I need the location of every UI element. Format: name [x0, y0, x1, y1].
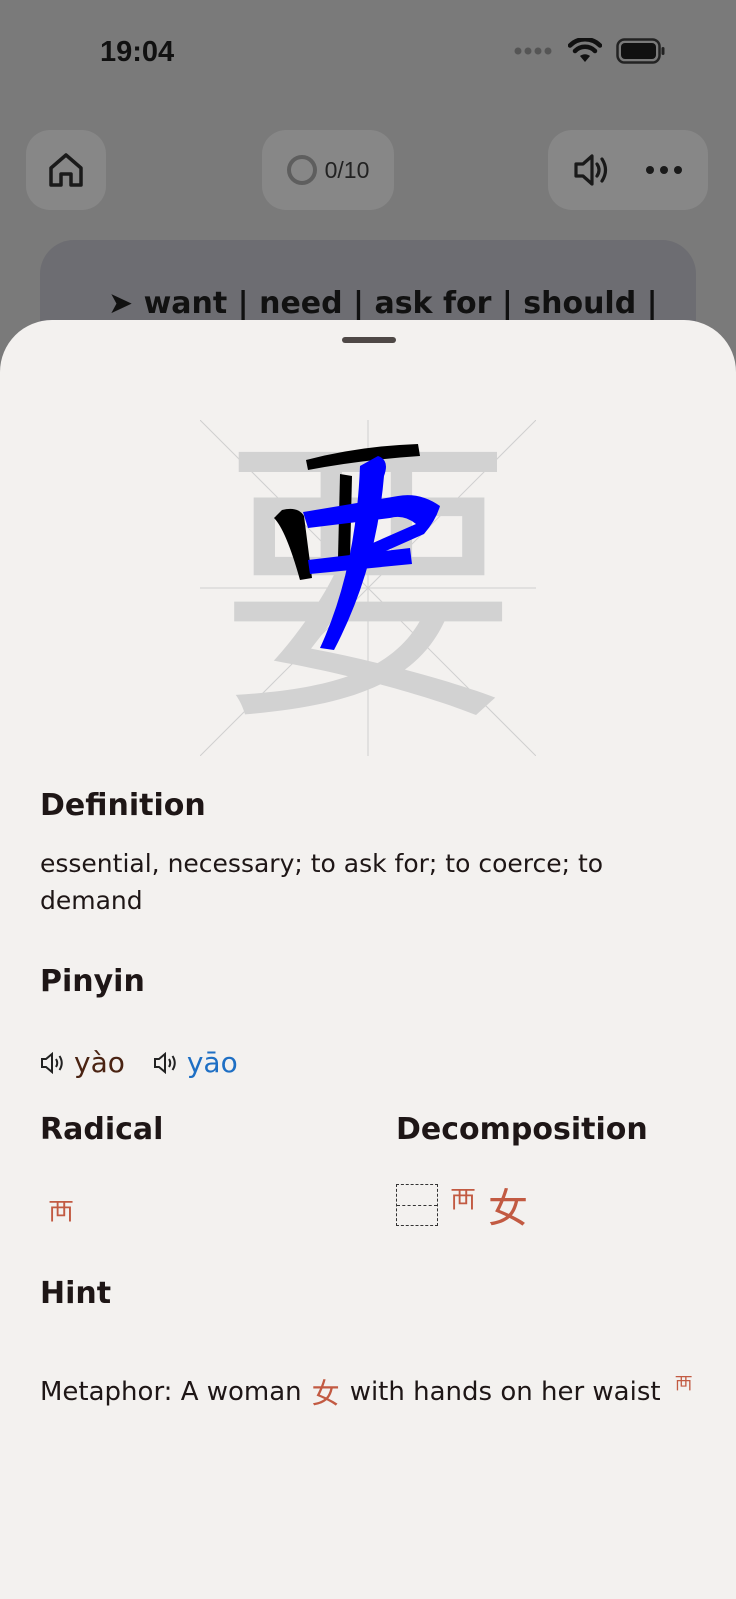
- definition-title: Definition: [40, 788, 206, 823]
- signal-icon: [514, 47, 552, 55]
- radical-glyph[interactable]: 襾: [48, 1192, 74, 1229]
- definition-text: essential, necessary; to ask for; to coe…: [40, 849, 604, 915]
- pinyin-reading-2[interactable]: yāo: [153, 1046, 238, 1079]
- pinyin-readings: yào yāo: [40, 1046, 266, 1079]
- pinyin-reading-text: yào: [74, 1046, 125, 1079]
- progress-text: 0/10: [324, 156, 370, 183]
- hint-text: Metaphor: A woman 女 with hands on her wa…: [40, 1372, 693, 1412]
- pinyin-reading-text: yāo: [186, 1046, 238, 1079]
- status-time: 19:04: [100, 36, 175, 68]
- decomposition-part[interactable]: 襾: [450, 1180, 476, 1217]
- hint-glyph[interactable]: 女: [312, 1372, 340, 1412]
- character-detail-sheet: 要 Definition essential, necessary; to as…: [0, 320, 736, 1599]
- home-icon: [49, 153, 83, 187]
- hint-title: Hint: [40, 1276, 112, 1311]
- decomposition-parts: 襾 女: [396, 1176, 528, 1234]
- pinyin-title: Pinyin: [40, 964, 145, 999]
- speaker-icon: [153, 1051, 176, 1074]
- character-strokes: [274, 444, 440, 650]
- battery-icon: [616, 38, 665, 64]
- hint-glyph[interactable]: 襾: [675, 1370, 693, 1396]
- speaker-icon: [41, 1051, 63, 1074]
- home-button[interactable]: [26, 130, 106, 210]
- hint-text-before: Metaphor: A woman: [40, 1377, 302, 1407]
- progress-ring: [286, 155, 317, 185]
- decomposition-title: Decomposition: [396, 1112, 648, 1147]
- status-icons: [514, 38, 666, 64]
- speaker-icon[interactable]: [572, 152, 612, 188]
- pinyin-reading-1[interactable]: yào: [40, 1046, 125, 1079]
- stroke-animation: 要: [200, 420, 536, 756]
- radical-title: Radical: [40, 1112, 164, 1147]
- more-icon[interactable]: [644, 164, 684, 176]
- sheet-grabber[interactable]: [342, 337, 396, 343]
- status-bar: 19:04: [0, 0, 736, 110]
- meaning-card-text: ➤ want | need | ask for | should |: [108, 286, 658, 321]
- actions-pill: [548, 130, 708, 210]
- progress-indicator: 0/10: [262, 130, 394, 210]
- decomposition-part[interactable]: 女: [488, 1176, 528, 1234]
- structure-top-bottom-icon: [396, 1184, 438, 1226]
- wifi-icon: [568, 38, 602, 62]
- hint-text-after: with hands on her waist: [349, 1377, 661, 1407]
